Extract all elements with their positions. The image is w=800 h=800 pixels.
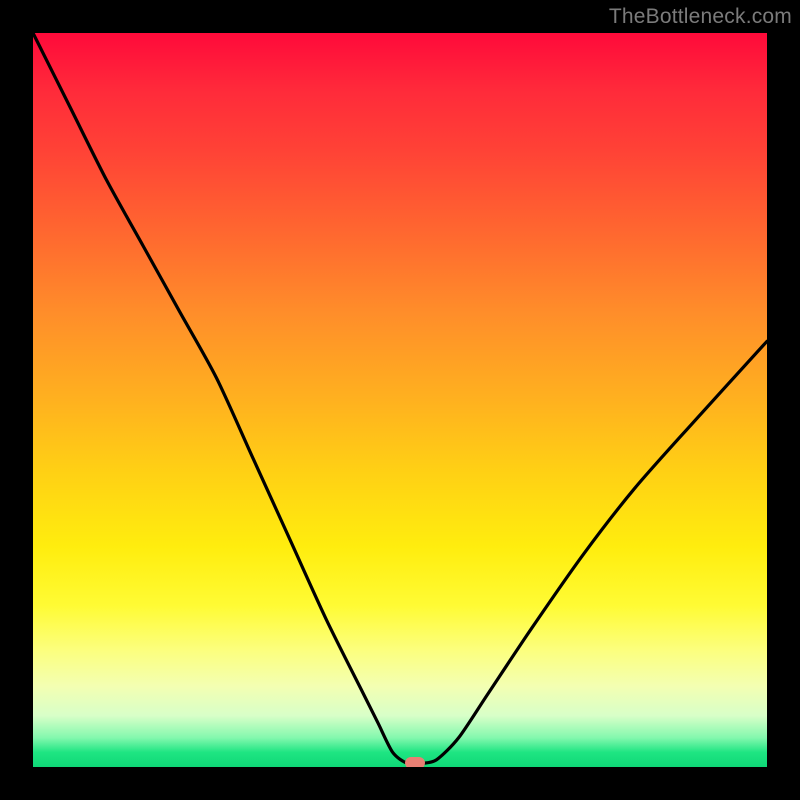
chart-frame: TheBottleneck.com (0, 0, 800, 800)
plot-area (33, 33, 767, 767)
watermark: TheBottleneck.com (609, 5, 792, 29)
optimal-marker (405, 757, 425, 767)
bottleneck-curve (33, 33, 767, 767)
